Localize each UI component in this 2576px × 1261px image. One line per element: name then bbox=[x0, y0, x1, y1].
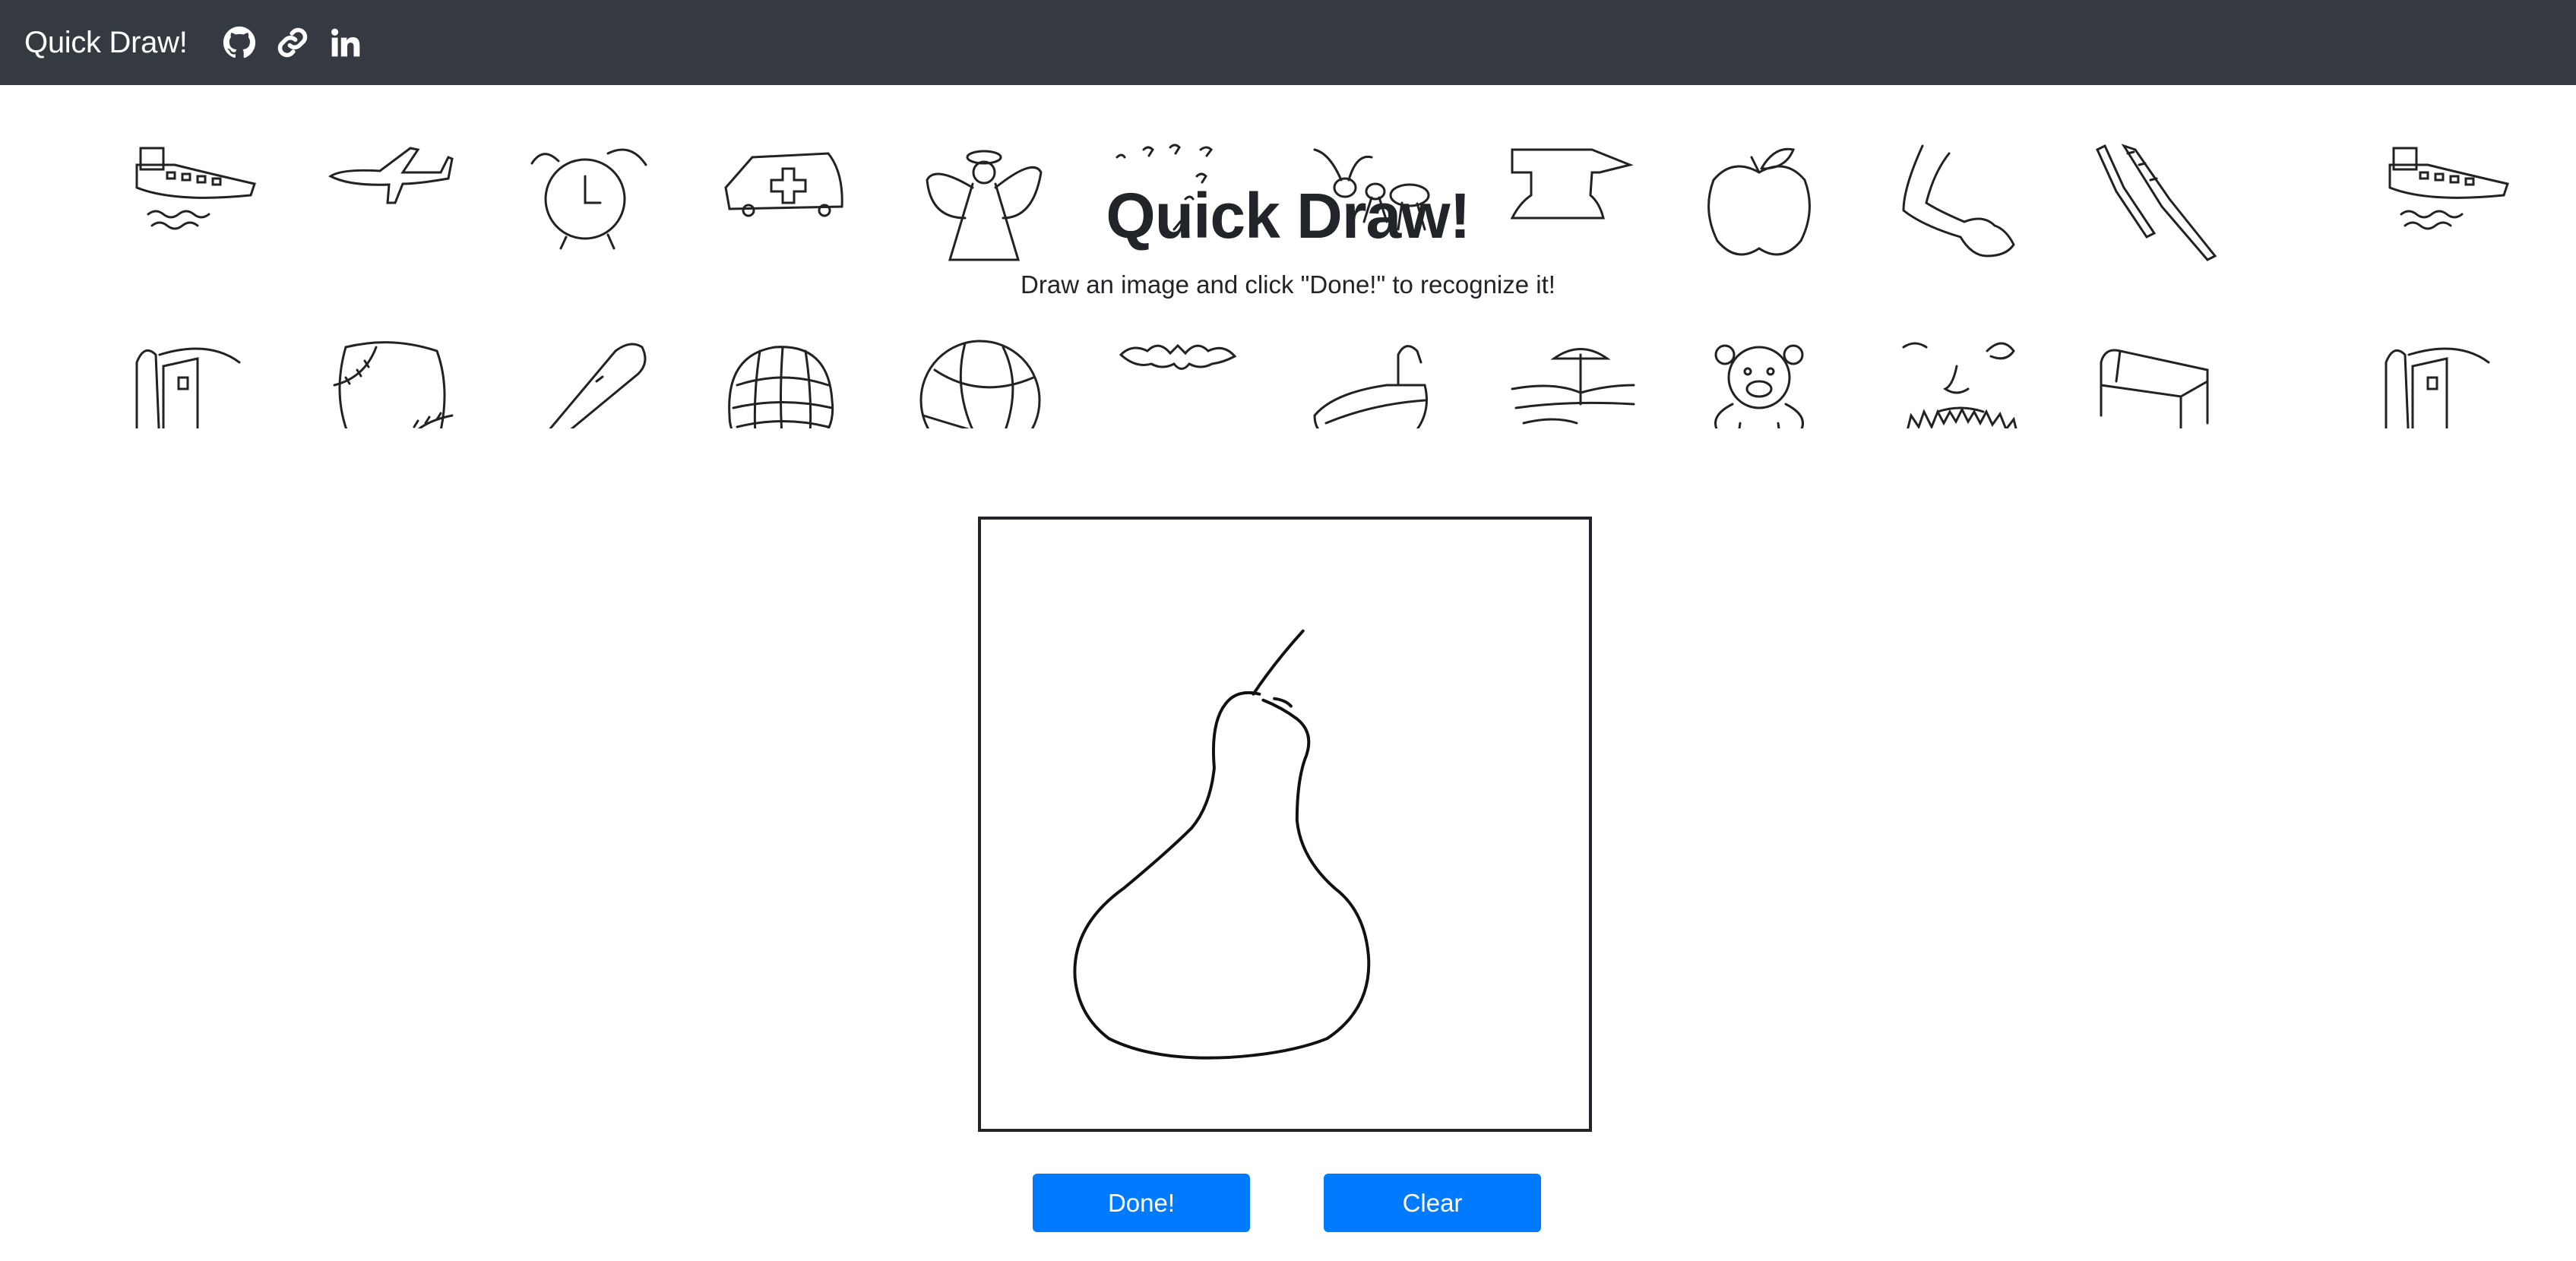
clear-button[interactable]: Clear bbox=[1324, 1174, 1541, 1232]
doodle-barn bbox=[133, 340, 247, 428]
doodle-beach bbox=[1508, 340, 1638, 428]
link-icon[interactable] bbox=[274, 24, 311, 61]
doodle-banner: Quick Draw! Draw an image and click "Don… bbox=[0, 85, 2576, 428]
linkedin-icon[interactable] bbox=[328, 24, 364, 61]
navbar: Quick Draw! bbox=[0, 0, 2576, 85]
page-subtitle: Draw an image and click "Done!" to recog… bbox=[1021, 270, 1555, 299]
doodle-bear bbox=[1702, 340, 1816, 428]
done-button[interactable]: Done! bbox=[1033, 1174, 1250, 1232]
doodle-bat bbox=[1117, 340, 1239, 400]
navbar-brand[interactable]: Quick Draw! bbox=[24, 26, 188, 60]
drawing-canvas[interactable] bbox=[978, 517, 1592, 1132]
doodle-baseball-bat bbox=[532, 340, 653, 428]
pear-drawing bbox=[1073, 629, 1371, 1060]
doodle-basket bbox=[722, 340, 843, 428]
doodle-bed bbox=[2097, 340, 2219, 428]
doodle-basketball bbox=[919, 340, 1041, 428]
doodle-baseball bbox=[331, 340, 454, 428]
doodle-bathtub bbox=[1311, 340, 1440, 428]
page-title: Quick Draw! bbox=[1106, 180, 1470, 251]
doodle-beard bbox=[1900, 340, 2021, 428]
doodle-barn-repeat bbox=[2382, 340, 2496, 428]
github-icon[interactable] bbox=[221, 24, 258, 61]
